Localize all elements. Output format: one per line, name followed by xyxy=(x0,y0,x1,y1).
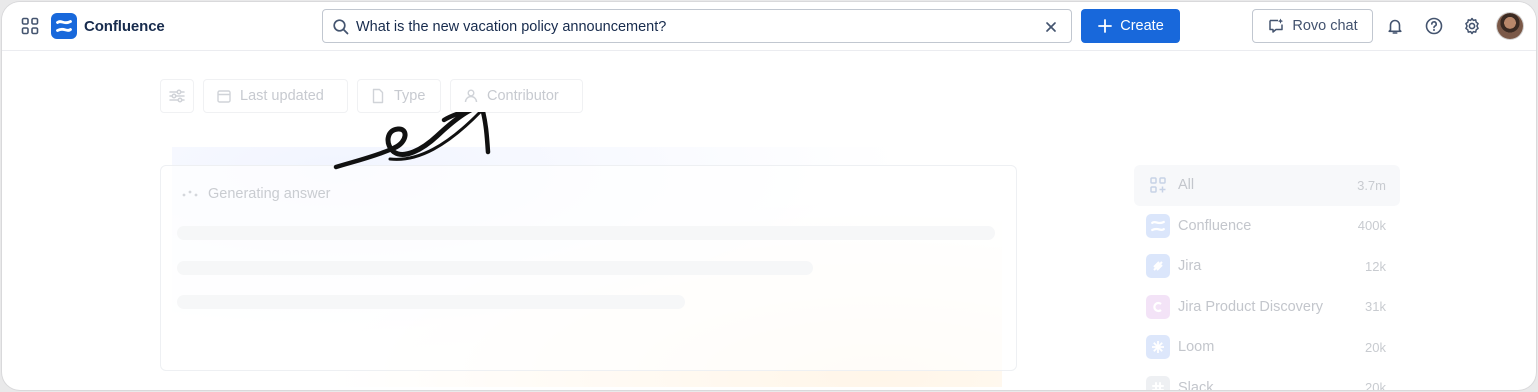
contributor-filter[interactable]: Contributor xyxy=(450,79,583,113)
source-item-loom[interactable]: Loom 20k xyxy=(1134,327,1400,368)
loom-icon xyxy=(1146,335,1170,360)
type-filter-label: Type xyxy=(394,88,426,104)
rovo-chat-label: Rovo chat xyxy=(1292,18,1358,34)
source-item-all[interactable]: All 3.7m xyxy=(1134,165,1400,206)
person-icon xyxy=(464,89,478,103)
generating-row: Generating answer xyxy=(181,186,331,202)
help-icon[interactable] xyxy=(1424,16,1444,36)
search-results-area: Last updated Type Contributor Generating… xyxy=(2,52,1536,390)
source-item-jira-product-discovery[interactable]: Jira Product Discovery 31k xyxy=(1134,287,1400,328)
notifications-bell-icon[interactable] xyxy=(1385,16,1405,36)
create-button-label: Create xyxy=(1120,18,1164,34)
sparkle-loading-icon xyxy=(182,190,198,197)
source-count: 20k xyxy=(1365,380,1386,390)
source-count: 12k xyxy=(1365,258,1386,274)
confluence-logo[interactable]: Confluence xyxy=(51,13,165,39)
ai-answer-card: Generating answer xyxy=(160,165,1017,371)
last-updated-filter[interactable]: Last updated xyxy=(203,79,348,113)
source-count: 3.7m xyxy=(1357,177,1386,193)
app-window: Confluence What is the new vacation poli… xyxy=(2,2,1536,390)
plus-icon xyxy=(1098,19,1113,33)
generating-answer-text: Generating answer xyxy=(208,186,331,202)
jira-icon xyxy=(1146,254,1170,279)
sliders-icon xyxy=(169,89,185,103)
source-label: Confluence xyxy=(1178,217,1252,234)
search-icon xyxy=(333,19,349,35)
source-item-slack[interactable]: Slack 20k xyxy=(1134,368,1400,390)
source-item-confluence[interactable]: Confluence 400k xyxy=(1134,206,1400,247)
calendar-icon xyxy=(217,90,231,103)
loading-skeleton-line xyxy=(177,226,995,240)
app-name: Confluence xyxy=(84,17,165,35)
slack-icon xyxy=(1146,375,1170,390)
top-navigation-bar: Confluence What is the new vacation poli… xyxy=(2,2,1536,51)
source-filter-list: All 3.7m Confluence 400k Jira 12k Jira P… xyxy=(1134,165,1400,390)
filters-button[interactable] xyxy=(160,79,194,113)
settings-gear-icon[interactable] xyxy=(1462,16,1482,36)
user-avatar[interactable] xyxy=(1497,13,1523,39)
source-count: 400k xyxy=(1357,218,1386,234)
source-label: Loom xyxy=(1178,339,1215,356)
source-label: Jira Product Discovery xyxy=(1178,298,1324,315)
source-count: 31k xyxy=(1365,299,1386,315)
contributor-filter-label: Contributor xyxy=(487,88,559,104)
file-icon xyxy=(372,88,384,104)
loading-skeleton-line xyxy=(177,295,685,309)
search-query[interactable]: What is the new vacation policy announce… xyxy=(356,19,666,35)
rovo-chat-icon xyxy=(1269,18,1284,33)
search-input[interactable]: What is the new vacation policy announce… xyxy=(322,9,1072,43)
source-label: Slack xyxy=(1178,379,1214,390)
confluence-icon xyxy=(1146,213,1170,238)
last-updated-label: Last updated xyxy=(240,88,324,104)
create-button[interactable]: Create xyxy=(1081,9,1180,43)
rovo-chat-button[interactable]: Rovo chat xyxy=(1252,9,1373,43)
loading-skeleton-line xyxy=(177,261,813,275)
type-filter[interactable]: Type xyxy=(357,79,441,113)
source-count: 20k xyxy=(1365,339,1386,355)
source-item-jira[interactable]: Jira 12k xyxy=(1134,246,1400,287)
jpd-icon xyxy=(1146,294,1170,319)
source-label: All xyxy=(1178,177,1195,194)
grid-icon xyxy=(1146,173,1170,197)
confluence-logo-icon xyxy=(51,13,77,39)
clear-search-icon[interactable] xyxy=(1043,19,1059,35)
app-switcher-icon[interactable] xyxy=(20,16,40,36)
source-label: Jira xyxy=(1178,258,1202,275)
